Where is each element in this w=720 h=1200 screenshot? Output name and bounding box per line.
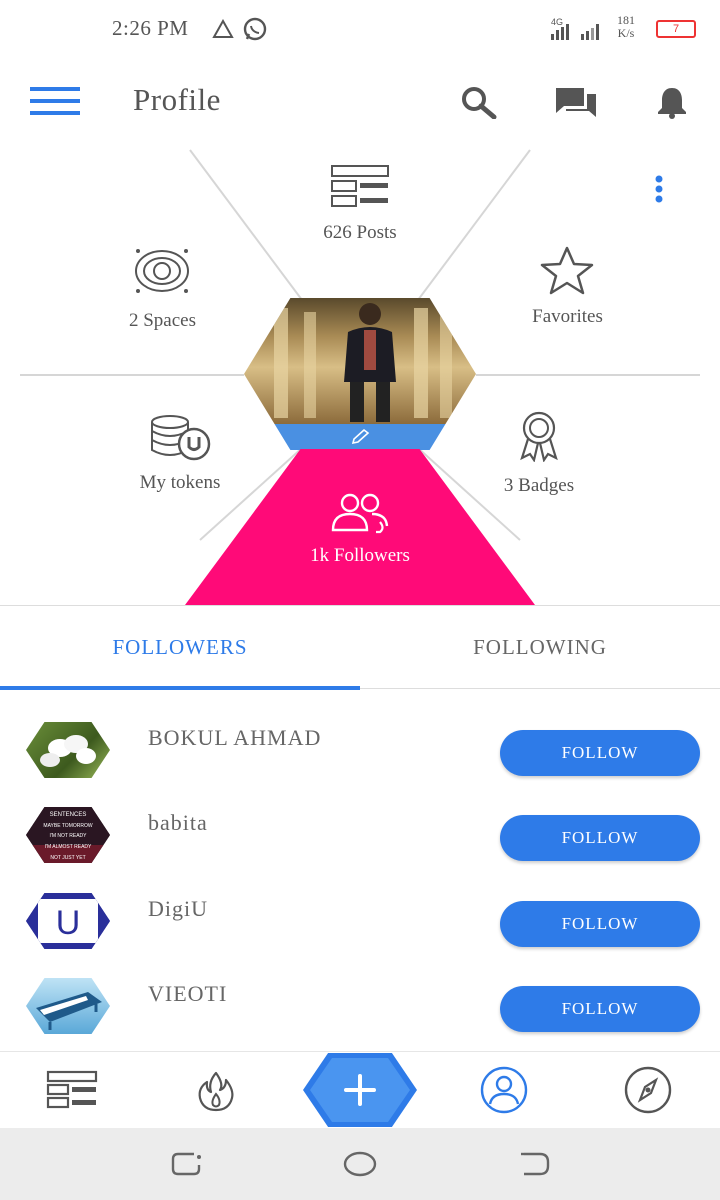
feed-icon[interactable] xyxy=(46,1070,98,1110)
home-icon[interactable] xyxy=(342,1150,378,1178)
list-item[interactable]: VIEOTI FOLLOW xyxy=(0,967,720,1053)
tab-followers[interactable]: FOLLOWERS xyxy=(0,606,360,690)
profile-avatar[interactable] xyxy=(244,298,476,450)
trending-fire-icon[interactable] xyxy=(194,1070,238,1112)
user-name[interactable]: DigiU xyxy=(148,896,208,922)
badges-menu-item[interactable]: 3 Badges xyxy=(478,410,600,500)
user-avatar xyxy=(26,978,110,1034)
chat-icon[interactable] xyxy=(554,86,598,118)
battery-indicator: 7 xyxy=(656,20,696,38)
pencil-icon xyxy=(351,429,370,445)
follow-button[interactable]: FOLLOW xyxy=(500,730,700,776)
page-title: Profile xyxy=(133,82,221,117)
user-avatar: SENTENCES MAYBE TOMORROW I'M NOT READY I… xyxy=(26,807,110,863)
user-avatar: U xyxy=(26,893,110,949)
alert-triangle-icon xyxy=(212,19,234,38)
follow-button[interactable]: FOLLOW xyxy=(500,815,700,861)
avatar-quote-heading: SENTENCES xyxy=(50,812,87,818)
user-name[interactable]: BOKUL AHMAD xyxy=(148,725,321,751)
favorites-menu-item[interactable]: Favorites xyxy=(505,245,630,335)
follow-tabs: FOLLOWERS FOLLOWING xyxy=(0,605,720,690)
tokens-menu-item[interactable]: My tokens xyxy=(115,410,245,500)
posts-label: 626 Posts xyxy=(323,222,397,243)
follow-button[interactable]: FOLLOW xyxy=(500,986,700,1032)
status-time: 2:26 PM xyxy=(112,16,189,40)
badge-ribbon-icon xyxy=(520,411,558,462)
favorites-label: Favorites xyxy=(532,306,603,327)
list-item[interactable]: U DigiU FOLLOW xyxy=(0,882,720,968)
digiu-logo: U xyxy=(26,893,110,949)
posts-menu-item[interactable]: 626 Posts xyxy=(300,160,420,250)
data-rate-unit: K/s xyxy=(617,26,635,40)
spaces-label: 2 Spaces xyxy=(128,310,196,331)
user-name[interactable]: VIEOTI xyxy=(148,981,227,1007)
user-avatar xyxy=(26,722,110,778)
followers-label: 1k Followers xyxy=(310,545,410,566)
back-icon[interactable] xyxy=(518,1150,552,1178)
search-icon[interactable] xyxy=(460,85,498,119)
coins-icon xyxy=(151,415,211,461)
avatar-quote-line: MAYBE TOMORROW xyxy=(43,823,92,829)
avatar-quote-line: I'M ALMOST READY xyxy=(45,844,92,850)
planet-icon xyxy=(135,249,189,293)
piano-image xyxy=(36,992,102,1030)
tokens-label: My tokens xyxy=(139,472,221,493)
hamburger-icon[interactable] xyxy=(30,87,80,115)
data-rate: 181 K/s xyxy=(617,14,635,40)
list-item[interactable]: BOKUL AHMAD FOLLOW xyxy=(0,711,720,797)
whatsapp-icon xyxy=(243,17,267,41)
more-vertical-icon[interactable] xyxy=(652,175,666,205)
active-tab-indicator xyxy=(0,686,360,690)
spaces-menu-item[interactable]: 2 Spaces xyxy=(100,245,225,335)
users-icon xyxy=(331,493,389,534)
flower-image xyxy=(40,735,96,767)
recent-apps-icon[interactable] xyxy=(170,1150,204,1178)
avatar-quote-line: I'M NOT READY xyxy=(50,833,88,839)
status-bar: 2:26 PM 4G 181 K/s 7 xyxy=(0,0,720,60)
follow-button[interactable]: FOLLOW xyxy=(500,901,700,947)
list-item[interactable]: SENTENCES MAYBE TOMORROW I'M NOT READY I… xyxy=(0,796,720,882)
posts-icon xyxy=(331,165,389,207)
signal-icon xyxy=(551,24,599,40)
plus-icon xyxy=(344,1074,376,1106)
app-header xyxy=(0,60,720,144)
avatar-logo-letter: U xyxy=(56,904,81,942)
compass-icon[interactable] xyxy=(622,1066,674,1114)
star-icon xyxy=(540,246,594,295)
user-name[interactable]: babita xyxy=(148,810,208,836)
badges-label: 3 Badges xyxy=(503,475,575,496)
quote-image: SENTENCES MAYBE TOMORROW I'M NOT READY I… xyxy=(26,807,110,863)
tab-following[interactable]: FOLLOWING xyxy=(360,606,720,690)
profile-icon[interactable] xyxy=(478,1066,530,1114)
avatar-quote-line: NOT JUST YET xyxy=(50,855,85,861)
bell-icon[interactable] xyxy=(654,85,690,119)
